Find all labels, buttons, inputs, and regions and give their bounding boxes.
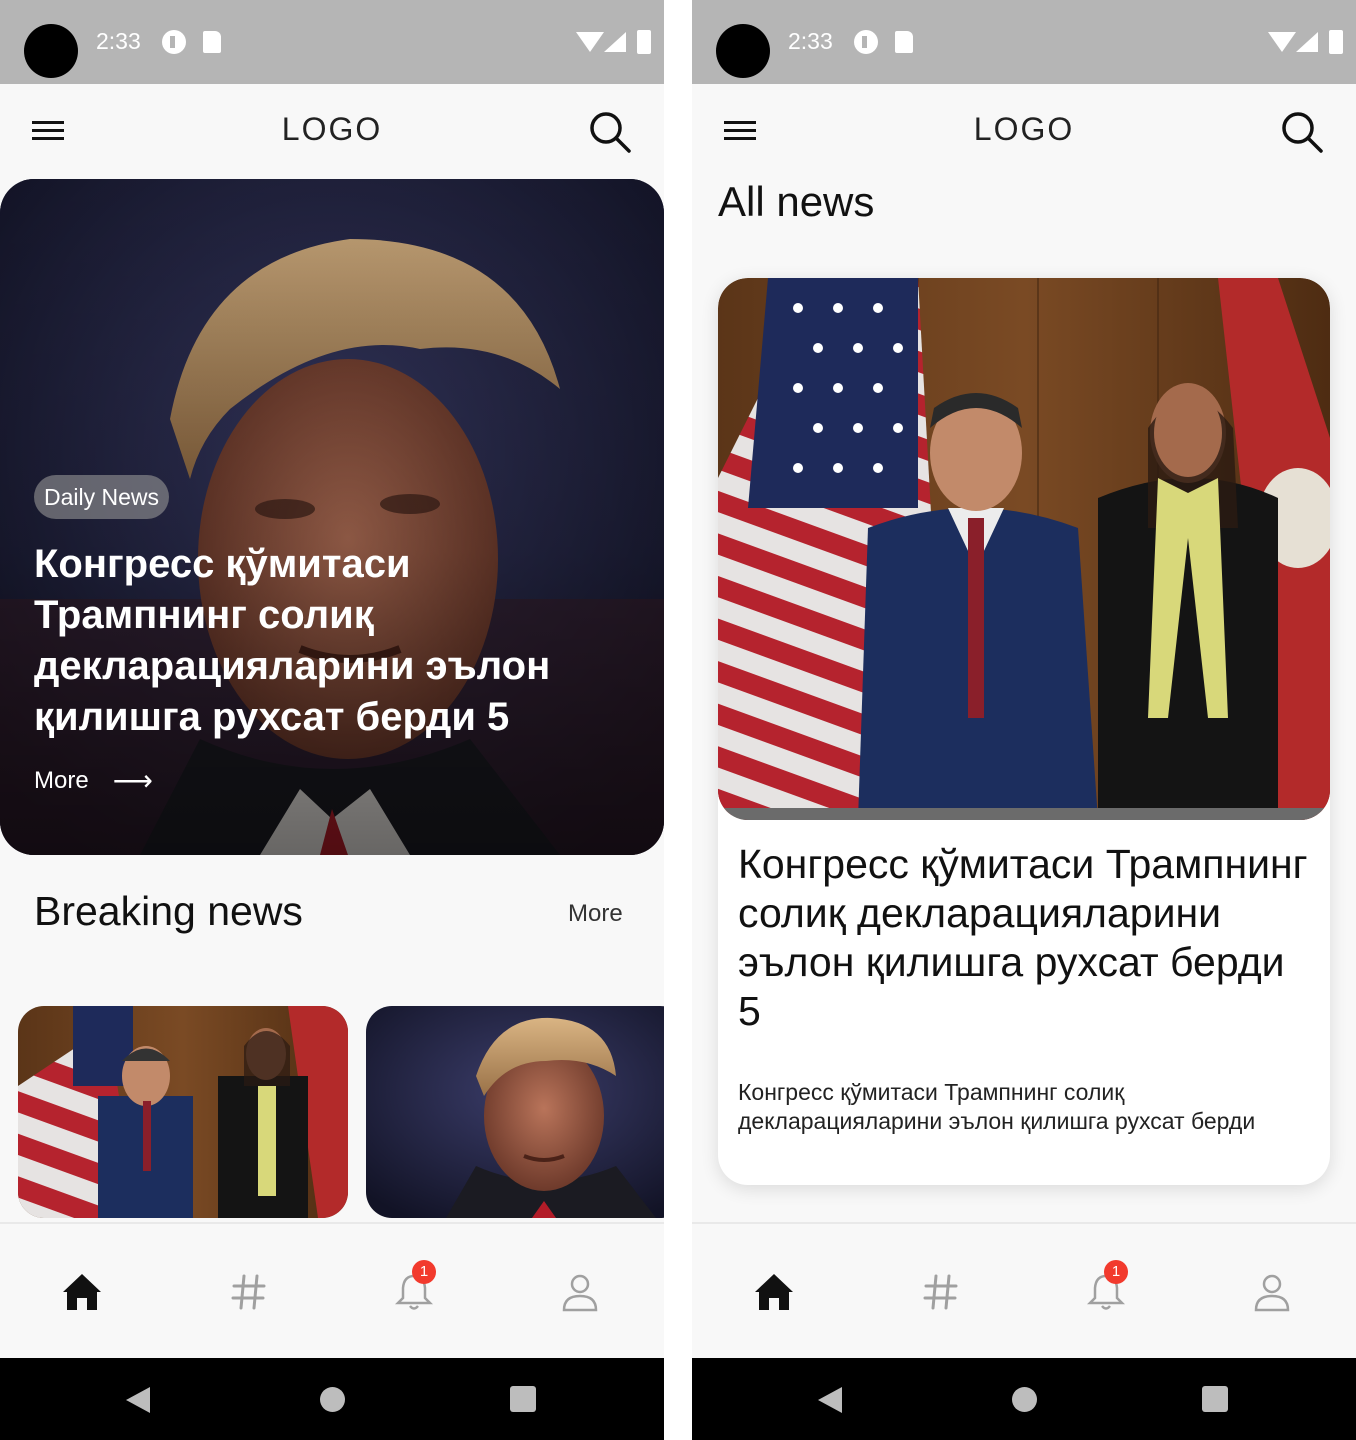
app-bar: LOGO (0, 84, 664, 180)
app-bar: LOGO (692, 84, 1356, 180)
wifi-icon (1268, 32, 1296, 52)
notification-badge: 1 (412, 1260, 436, 1284)
section-title: Breaking news (34, 888, 303, 934)
breaking-news-card[interactable] (366, 1006, 664, 1218)
system-navigation-bar (0, 1358, 664, 1440)
section-more-link[interactable]: More (568, 900, 623, 928)
news-thumbnail (18, 1006, 348, 1218)
all-news-screen: 2:33 LOGO All news Конгресс қўмитаси Тра… (692, 0, 1356, 1440)
home-button[interactable] (320, 1387, 345, 1412)
camera-cutout (24, 24, 78, 78)
logo: LOGO (281, 111, 383, 147)
nav-profile[interactable] (1250, 1270, 1294, 1314)
recents-button[interactable] (1202, 1386, 1228, 1412)
notification-icon (162, 30, 186, 54)
notification-badge: 1 (1104, 1260, 1128, 1284)
signal-icon (1296, 32, 1318, 52)
camera-cutout (716, 24, 770, 78)
nav-notifications[interactable]: 1 (1084, 1260, 1128, 1314)
signal-icon (604, 32, 626, 52)
arrow-right-icon: ⟶ (112, 765, 153, 796)
battery-icon (1329, 30, 1343, 54)
back-button[interactable] (818, 1387, 842, 1413)
category-tag[interactable]: Daily News (34, 475, 170, 519)
sd-card-icon (895, 31, 913, 53)
nav-home[interactable] (752, 1270, 796, 1314)
nav-profile[interactable] (558, 1270, 602, 1314)
nav-home[interactable] (60, 1270, 104, 1314)
home-screen: 2:33 LOGO Daily News Конгресс қўмитаси Т… (0, 0, 664, 1440)
status-time: 2:33 (788, 28, 833, 54)
bottom-navigation: 1 (0, 1222, 664, 1358)
logo: LOGO (973, 111, 1075, 147)
more-label: More (34, 767, 89, 794)
profile-icon (1254, 1274, 1290, 1312)
profile-icon (562, 1274, 598, 1312)
news-title: Конгресс қўмитаси Трампнинг солиқ деклар… (738, 841, 1308, 1034)
nav-hashtags[interactable] (227, 1270, 271, 1314)
search-icon[interactable] (1280, 110, 1324, 154)
breaking-news-card[interactable] (18, 1006, 348, 1218)
bottom-navigation: 1 (692, 1222, 1356, 1358)
recents-button[interactable] (510, 1386, 536, 1412)
status-bar: 2:33 (0, 0, 664, 84)
status-bar: 2:33 (692, 0, 1356, 84)
system-navigation-bar (692, 1358, 1356, 1440)
nav-notifications[interactable]: 1 (392, 1260, 436, 1314)
page-title: All news (718, 178, 875, 225)
battery-icon (637, 30, 651, 54)
hero-more-link[interactable]: More ⟶ (34, 767, 153, 795)
search-icon[interactable] (588, 110, 632, 154)
home-button[interactable] (1012, 1387, 1037, 1412)
home-icon (63, 1274, 101, 1310)
hero-card[interactable]: Daily News Конгресс қўмитаси Трампнинг с… (0, 179, 664, 855)
home-icon (755, 1274, 793, 1310)
sd-card-icon (203, 31, 221, 53)
hero-title: Конгресс қўмитаси Трампнинг солиқ деклар… (34, 542, 551, 739)
wifi-icon (576, 32, 604, 52)
status-time: 2:33 (96, 28, 141, 54)
news-description: Конгресс қўмитаси Трампнинг солиқ деклар… (738, 1079, 1256, 1134)
news-thumbnail (366, 1006, 664, 1218)
news-card[interactable]: Конгресс қўмитаси Трампнинг солиқ деклар… (718, 278, 1330, 1185)
nav-hashtags[interactable] (919, 1270, 963, 1314)
back-button[interactable] (126, 1387, 150, 1413)
news-image (718, 278, 1330, 820)
hashtag-icon (231, 1274, 266, 1310)
hashtag-icon (923, 1274, 958, 1310)
notification-icon (854, 30, 878, 54)
